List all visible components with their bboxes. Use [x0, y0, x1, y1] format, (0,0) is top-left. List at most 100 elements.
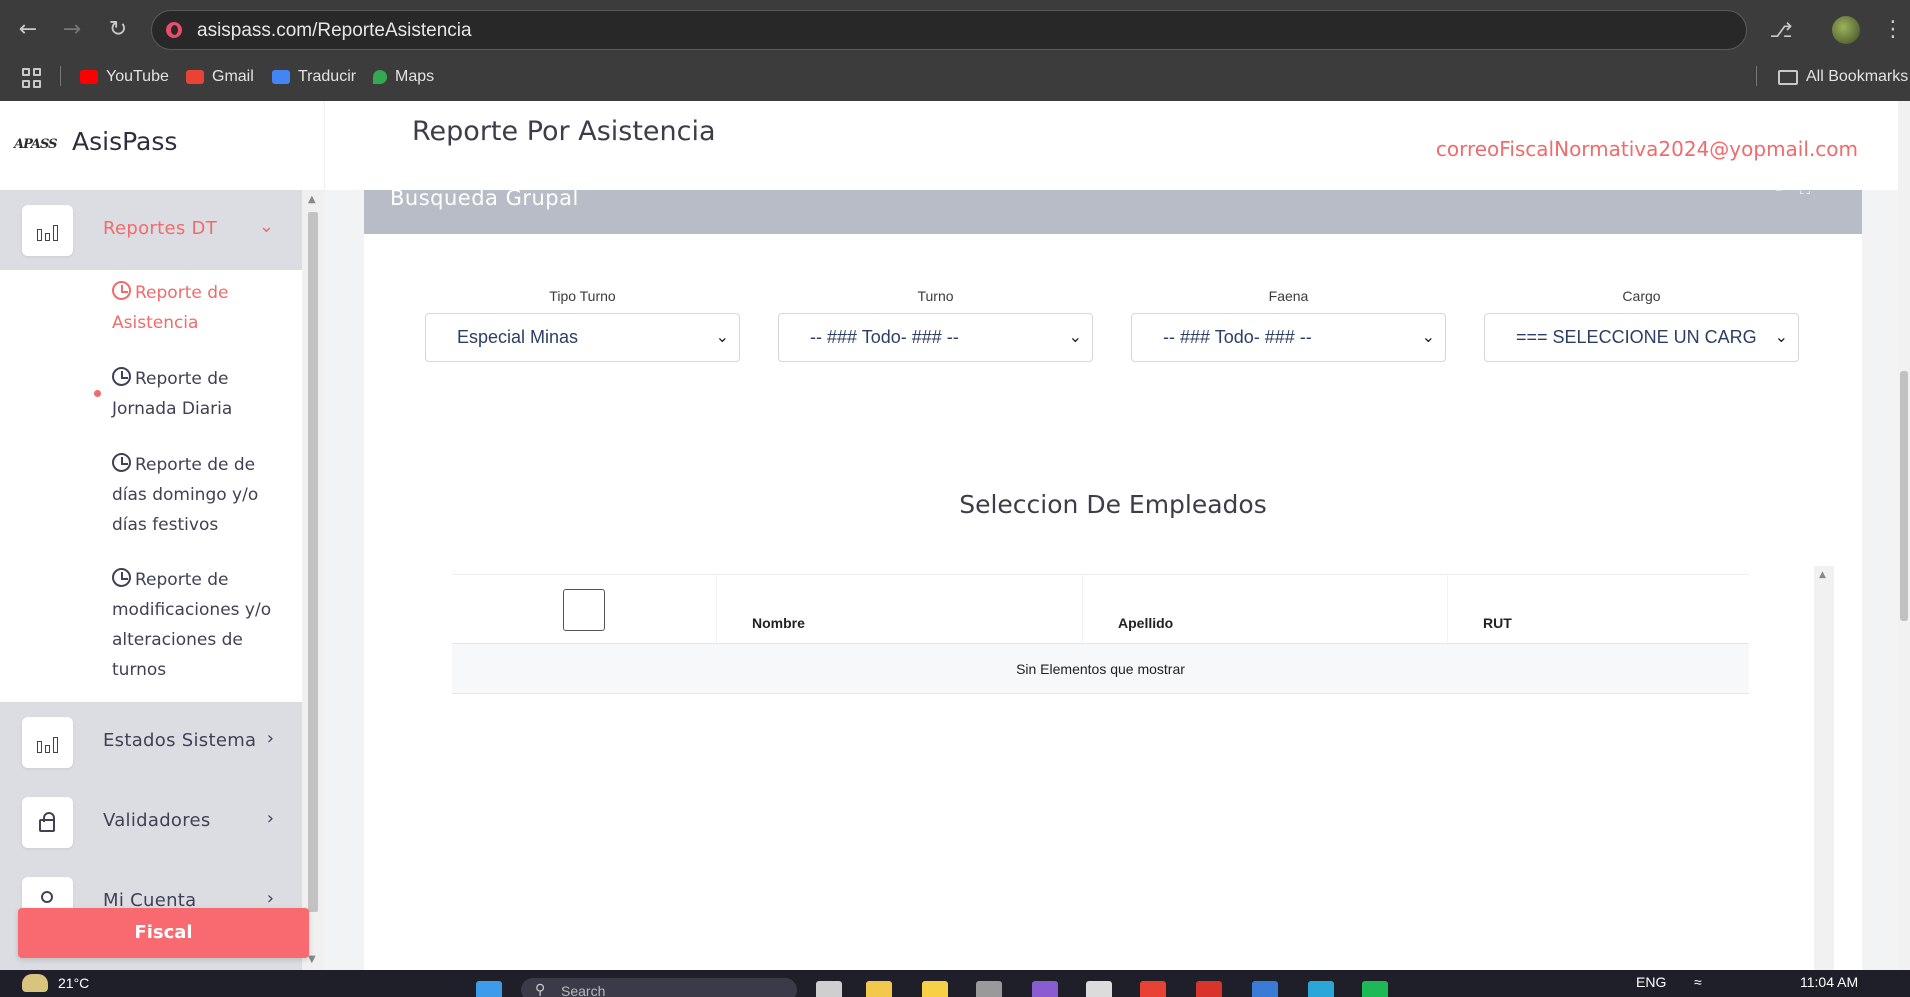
weather-icon [22, 974, 48, 992]
column-header-nombre[interactable]: Nombre [752, 615, 805, 631]
scroll-up-icon[interactable]: ▲ [308, 194, 316, 205]
brand-logo: APASS [14, 137, 57, 152]
expand-icon[interactable]: ⛶ [1800, 182, 1828, 198]
minimize-icon[interactable]: – [1775, 182, 1800, 198]
sidebar-item-validadores[interactable]: Validadores › [0, 782, 302, 862]
weather-widget[interactable]: 21°C [22, 974, 89, 992]
chevron-right-icon: › [266, 888, 274, 909]
bar-chart-icon [37, 221, 59, 241]
chevron-down-icon: ⌄ [1421, 327, 1435, 346]
language-indicator[interactable]: ENG [1636, 974, 1666, 990]
filter-tipo-turno: Tipo Turno Especial Minas ⌄ [425, 288, 740, 362]
bar-chart-icon [37, 733, 59, 753]
app-icon[interactable] [1308, 981, 1334, 997]
clock-icon [112, 453, 131, 472]
submenu-reportes-dt: Reporte de Asistencia Reporte de Jornada… [0, 270, 302, 702]
table-header: Nombre Apellido RUT [452, 574, 1749, 645]
forward-icon[interactable]: → [54, 12, 90, 48]
bookmark-youtube[interactable]: YouTube [80, 66, 169, 88]
clock-time[interactable]: 11:04 AM [1800, 974, 1858, 990]
sidebar-scrollbar[interactable]: ▲ ▼ [302, 190, 324, 970]
brand[interactable]: APASS AsisPass [0, 101, 325, 190]
chevron-right-icon: › [266, 728, 274, 749]
reload-icon[interactable]: ↻ [100, 12, 136, 48]
visual-studio-icon[interactable] [1032, 981, 1058, 997]
sidebar-item-estados-sistema[interactable]: Estados Sistema › [0, 702, 302, 782]
extensions-icon[interactable]: ⎇ [1764, 13, 1798, 47]
profile-avatar[interactable] [1832, 16, 1860, 44]
scroll-down-icon[interactable]: ▼ [308, 954, 316, 965]
maps-pin-icon [373, 70, 387, 84]
spotify-icon[interactable] [1362, 981, 1388, 997]
sidebar-item-label: Validadores [103, 810, 211, 831]
windows-start-icon[interactable] [476, 981, 502, 997]
page-title: Reporte Por Asistencia [412, 116, 716, 147]
file-explorer-icon[interactable] [866, 981, 892, 997]
user-email[interactable]: correoFiscalNormativa2024@yopmail.com [1436, 137, 1858, 161]
bookmark-maps[interactable]: Maps [373, 66, 434, 88]
search-placeholder: Search [561, 983, 606, 997]
wifi-icon[interactable]: ≈ [1694, 974, 1702, 990]
clock-icon [112, 568, 131, 587]
url-text[interactable]: asispass.com/ReporteAsistencia [197, 20, 472, 42]
select-value: Especial Minas [457, 327, 579, 347]
sidebar-scroll-thumb[interactable] [308, 212, 318, 912]
active-bullet [94, 390, 101, 397]
browser-menu-icon[interactable]: ⋮ [1876, 13, 1910, 47]
select-value: === SELECCIONE UN CARG [1516, 327, 1757, 347]
employees-table: Nombre Apellido RUT Sin Elementos que mo… [452, 574, 1749, 694]
submenu-item-label: Reporte de modificaciones y/o alteracion… [112, 570, 272, 680]
brand-name: AsisPass [72, 127, 178, 156]
sidebar-item-reportes-dt[interactable]: Reportes DT ⌄ [0, 190, 302, 270]
submenu-item-modificaciones-turnos[interactable]: Reporte de modificaciones y/o alteracion… [112, 565, 292, 685]
column-divider [1447, 575, 1448, 645]
turno-select[interactable]: -- ### Todo- ### -- ⌄ [778, 313, 1093, 362]
chrome-icon[interactable] [1140, 981, 1166, 997]
column-header-apellido[interactable]: Apellido [1118, 615, 1173, 631]
column-divider [716, 575, 717, 645]
folder-icon [1778, 69, 1798, 85]
page-scroll-thumb[interactable] [1900, 371, 1908, 621]
app-icon[interactable] [1086, 981, 1112, 997]
scroll-up-icon[interactable]: ▲ [1819, 570, 1826, 580]
all-bookmarks-label: All Bookmarks [1806, 68, 1909, 85]
back-icon[interactable]: ← [10, 12, 46, 48]
apps-grid-icon[interactable] [22, 68, 42, 88]
select-value: -- ### Todo- ### -- [1163, 327, 1312, 347]
sticky-notes-icon[interactable] [922, 981, 948, 997]
submenu-item-reporte-asistencia[interactable]: Reporte de Asistencia [112, 278, 292, 338]
app-header: APASS AsisPass Reporte Por Asistencia co… [0, 101, 1898, 190]
bookmark-gmail[interactable]: Gmail [186, 66, 254, 88]
calculator-icon[interactable] [1252, 981, 1278, 997]
faena-select[interactable]: -- ### Todo- ### -- ⌄ [1131, 313, 1446, 362]
select-all-checkbox[interactable] [563, 589, 605, 631]
tipo-turno-select[interactable]: Especial Minas ⌄ [425, 313, 740, 362]
address-bar[interactable]: asispass.com/ReporteAsistencia [151, 10, 1747, 50]
fiscal-button[interactable]: Fiscal [18, 908, 309, 958]
submenu-item-domingos-festivos[interactable]: Reporte de de días domingo y/o días fest… [112, 450, 292, 540]
table-empty-row: Sin Elementos que mostrar [452, 644, 1749, 694]
submenu-item-jornada-diaria[interactable]: Reporte de Jornada Diaria [112, 364, 292, 424]
menu-icon-box [22, 205, 73, 256]
terminal-icon[interactable] [976, 981, 1002, 997]
task-view-icon[interactable] [816, 981, 842, 997]
app-icon[interactable] [1196, 981, 1222, 997]
bookmarks-divider [1756, 66, 1757, 86]
chevron-down-icon: ⌄ [1068, 327, 1082, 346]
bookmark-traducir[interactable]: Traducir [272, 66, 356, 88]
column-header-rut[interactable]: RUT [1483, 615, 1512, 631]
gmail-icon [186, 70, 204, 84]
chevron-down-icon: ⌄ [715, 327, 729, 346]
browser-chrome: ← → ↻ asispass.com/ReporteAsistencia ⎇ ⋮… [0, 0, 1910, 101]
taskbar-search[interactable]: ⚲ Search [521, 978, 797, 997]
select-value: -- ### Todo- ### -- [810, 327, 959, 347]
filter-turno: Turno -- ### Todo- ### -- ⌄ [778, 288, 1093, 362]
lock-icon [39, 812, 55, 832]
page-scrollbar[interactable] [1898, 101, 1910, 970]
submenu-item-label: Reporte de de días domingo y/o días fest… [112, 455, 259, 535]
filter-label: Turno [917, 288, 954, 304]
os-taskbar: 21°C ⚲ Search ENG ≈ 11:04 AM [0, 970, 1910, 997]
cargo-select[interactable]: === SELECCIONE UN CARG ⌄ [1484, 313, 1799, 362]
all-bookmarks-button[interactable]: All Bookmarks [1778, 66, 1908, 88]
table-scrollbar[interactable]: ▲ [1814, 566, 1834, 970]
